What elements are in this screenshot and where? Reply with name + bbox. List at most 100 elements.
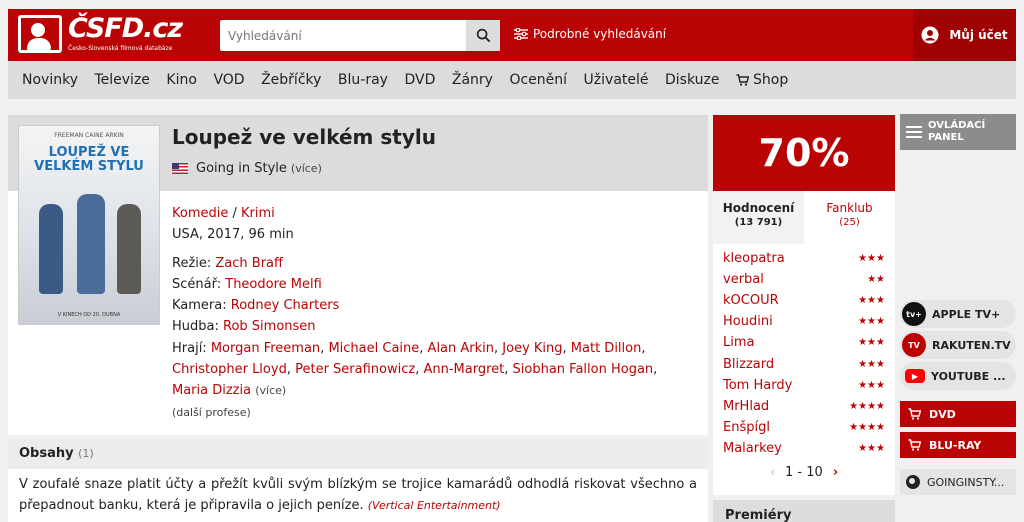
fan-name-link[interactable]: kleopatra [723,251,785,266]
premieres-heading: Premiéry [713,500,895,522]
genre-separator: / [228,206,242,221]
more-cast-link[interactable]: (více) [255,384,286,397]
star-rating: ★★★ [858,379,885,391]
genre-link[interactable]: Krimi [241,206,275,221]
poster-figure [39,204,63,294]
nav-item-uzivatele[interactable]: Uživatelé [584,72,649,88]
cart-icon [736,74,749,86]
fan-name-link[interactable]: MrHlad [723,399,769,414]
nav-item-novinky[interactable]: Novinky [22,72,78,88]
poster-title: LOUPEŽ VE VELKÉM STYLU [34,145,144,174]
plot-heading: Obsahy [19,446,74,461]
more-professions-link[interactable]: (další profese) [172,406,251,419]
tab-ratings-count: (13 791) [734,217,783,228]
poster-figure [77,194,105,294]
cast-link[interactable]: Morgan Freeman [211,341,320,356]
star-rating: ★★★ [858,316,885,328]
cast-link[interactable]: Michael Caine [328,341,419,356]
camera-link[interactable]: Rodney Charters [231,298,340,313]
fan-name-link[interactable]: Malarkey [723,441,782,456]
cast-link[interactable]: Alan Arkin [428,341,494,356]
csfd-logo[interactable]: ČSFD.cz Česko-Slovenská filmová databáze [18,13,188,55]
fan-name-link[interactable]: Houdini [723,314,773,329]
rakuten-tv-icon: TV [902,333,926,357]
list-item: MrHlad ★★★★ [723,396,885,417]
director-row: Režie: Zach Braff [172,253,692,274]
plot-header: Obsahy (1) [8,439,708,469]
list-item: kOCOUR ★★★ [723,290,885,311]
main-navigation: Novinky Televize Kino VOD Žebříčky Blu-r… [8,61,1016,99]
buy-dvd-button[interactable]: DVD [900,401,1016,427]
fan-name-link[interactable]: Enšpígl [723,420,770,435]
nav-item-zebricky[interactable]: Žebříčky [261,72,321,88]
tab-ratings[interactable]: Hodnocení (13 791) [713,191,804,244]
plot-source[interactable]: (Vertical Entertainment) [368,499,501,512]
cast-link[interactable]: Siobhan Fallon Hogan [513,362,654,377]
cart-icon [908,408,921,420]
cast-link[interactable]: Maria Dizzia [172,383,251,398]
cast-link[interactable]: Joey King [502,341,562,356]
buy-label: BLU-RAY [929,438,982,452]
control-panel-button[interactable]: OVLÁDACÍ PANEL [900,114,1016,150]
music-label: Hudba: [172,319,219,335]
film-poster[interactable]: FREEMAN CAINE ARKIN LOUPEŽ VE VELKÉM STY… [18,125,160,325]
list-item: Tom Hardy ★★★ [723,375,885,396]
writer-link[interactable]: Theodore Melfi [225,277,322,292]
tab-fanclub-count: (25) [839,217,860,228]
official-site-label: GOINGINSTY... [927,475,1005,489]
list-item: Blizzard ★★★ [723,353,885,374]
nav-item-kino[interactable]: Kino [166,72,197,88]
plot-text: V zoufalé snaze platit účty a přežít kvů… [8,469,708,521]
music-link[interactable]: Rob Simonsen [223,319,316,334]
original-title: Going in Style [196,161,287,176]
director-label: Režie: [172,255,212,271]
advanced-search-label: Podrobné vyhledávání [533,27,667,41]
fan-name-link[interactable]: kOCOUR [723,293,779,308]
chevron-right-icon[interactable]: › [833,465,838,480]
search-button[interactable] [466,20,500,51]
camera-label: Kamera: [172,298,227,314]
cast-link[interactable]: Matt Dillon [571,341,642,356]
vod-apple-tv[interactable]: tv+ APPLE TV+ [900,300,1016,328]
fan-name-link[interactable]: Lima [723,335,754,350]
menu-icon [906,123,922,141]
more-titles-link[interactable]: (více) [291,162,322,175]
cast-link[interactable]: Peter Serafinowicz [295,362,415,377]
vod-rakuten-tv[interactable]: TV RAKUTEN.TV [900,331,1016,359]
fan-list: kleopatra ★★★ verbal ★★ kOCOUR ★★★ Houdini ★… [713,244,895,459]
nav-item-zanry[interactable]: Žánry [452,72,493,88]
fan-name-link[interactable]: Blizzard [723,357,774,372]
fan-name-link[interactable]: Tom Hardy [723,378,792,393]
star-rating: ★★★ [858,358,885,370]
original-title-row: Going in Style (více) [172,161,322,176]
plot-panel: Obsahy (1) V zoufalé snaze platit účty a… [8,439,708,522]
filter-sliders-icon [514,28,528,40]
account-button[interactable]: Můj účet [913,9,1016,61]
star-rating: ★★★ [858,337,885,349]
film-info: Komedie / Krimi USA, 2017, 96 min Režie:… [172,203,692,423]
logo-text: ČSFD.cz [68,13,183,44]
buy-bluray-button[interactable]: BLU-RAY [900,432,1016,458]
nav-item-bluray[interactable]: Blu-ray [338,72,388,88]
cast-link[interactable]: Ann-Margret [423,362,504,377]
list-item: Houdini ★★★ [723,311,885,332]
search-input[interactable] [220,20,466,51]
star-rating: ★★ [867,274,885,286]
tab-fanclub[interactable]: Fanklub (25) [804,191,895,244]
advanced-search-link[interactable]: Podrobné vyhledávání [514,27,666,41]
nav-item-diskuze[interactable]: Diskuze [665,72,719,88]
nav-item-dvd[interactable]: DVD [404,72,435,88]
star-rating: ★★★ [858,295,885,307]
director-link[interactable]: Zach Braff [215,256,283,271]
official-site-link[interactable]: GOINGINSTY... [900,469,1016,495]
fan-name-link[interactable]: verbal [723,272,764,287]
cast-link[interactable]: Christopher Lloyd [172,362,287,377]
plot-count: (1) [78,447,94,460]
nav-item-televize[interactable]: Televize [94,72,149,88]
nav-item-vod[interactable]: VOD [213,72,244,88]
genre-link[interactable]: Komedie [172,206,228,221]
nav-item-shop[interactable]: Shop [736,72,788,88]
chevron-left-icon[interactable]: ‹ [770,465,775,480]
nav-item-oceneni[interactable]: Ocenění [509,72,567,88]
vod-youtube[interactable]: ▶ YOUTUBE ... [900,362,1016,390]
